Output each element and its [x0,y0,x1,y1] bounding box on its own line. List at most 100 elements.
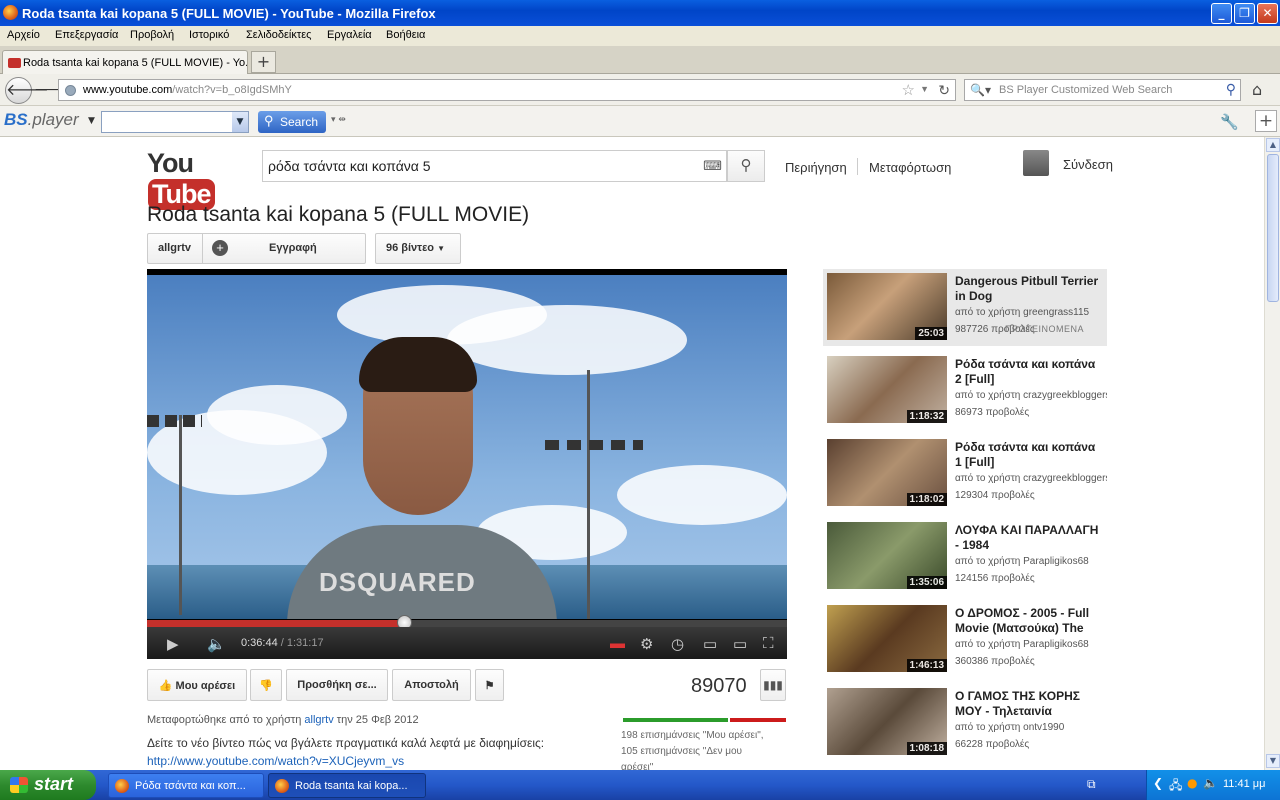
video-description: Δείτε το νέο βίντεο πώς να βγάλετε πραγμ… [147,736,545,750]
firefox-tray-icon[interactable]: ● [1187,776,1197,790]
show-desktop-icon[interactable]: ⧉ [1087,777,1096,792]
bsplayer-logo-b: .player [27,110,79,129]
bsplayer-options-icon[interactable]: ▾ ⇹ [331,115,346,125]
keyboard-icon[interactable]: ⌨ [699,150,727,182]
video-title: Roda tsanta kai kopana 5 (FULL MOVIE) [147,203,530,226]
back-button[interactable]: 🡐 [5,77,49,104]
wrench-icon[interactable]: 🔧 [1220,113,1239,131]
logo-you: You [147,148,194,178]
chevron-down-icon[interactable]: ▼ [232,112,248,132]
search-icon[interactable]: ⚲ [1226,81,1236,98]
dislike-button[interactable]: 👎 [250,669,282,701]
total-duration: / 1:31:17 [280,637,324,649]
volume-icon[interactable]: 🔈 [207,635,226,653]
menu-bookmarks[interactable]: Σελιδοδείκτες [246,29,311,41]
start-button[interactable]: start [0,770,96,800]
site-identity-icon[interactable] [65,85,76,96]
related-title[interactable]: ΛΟΥΦΑ ΚΑΙ ΠΑΡΑΛΛΑΓΗ - 1984 [955,523,1105,553]
related-video[interactable]: 1:18:32 Ρόδα τσάντα και κοπάνα 2 [Full] … [823,352,1107,429]
menu-view[interactable]: Προβολή [130,29,174,41]
share-button[interactable]: Αποστολή [392,669,471,701]
watch-later-icon[interactable]: ◷ [671,635,684,653]
related-views: 66228 προβολές [955,739,1030,750]
bookmark-star-icon[interactable]: ☆ [902,81,915,99]
plus-icon[interactable]: + [212,240,228,256]
scroll-down-icon[interactable]: ▼ [1266,754,1280,768]
signin-link[interactable]: Σύνδεση [1063,157,1113,172]
video-thumbnail[interactable]: 1:18:32 [827,356,947,423]
video-count-button[interactable]: 96 βίντεο ▼ [375,233,461,264]
video-thumbnail[interactable]: 25:03 [827,273,947,340]
scrollbar-thumb[interactable] [1267,154,1279,302]
add-to-button[interactable]: Προσθήκη σε... [286,669,388,701]
related-title[interactable]: Ο ΔΡΟΜΟΣ - 2005 - Full Movie (Ματσούκα) … [955,606,1105,636]
tab-youtube[interactable]: Roda tsanta kai kopana 5 (FULL MOVIE) - … [2,50,248,74]
address-bar[interactable]: www.youtube.com/watch?v=b_o8IgdSMhY ☆ ▼ … [58,79,956,101]
related-video[interactable]: 1:46:13 Ο ΔΡΟΜΟΣ - 2005 - Full Movie (Μα… [823,601,1107,678]
like-button[interactable]: 👍 Μου αρέσει [147,669,247,701]
small-player-icon[interactable]: ▭ [703,635,717,653]
related-video[interactable]: 25:03 Dangerous Pitbull Terrier in Dog α… [823,269,1107,346]
related-title[interactable]: Ο ΓΑΜΟΣ ΤΗΣ ΚΟΡΗΣ ΜΟΥ - Τηλεταινία [955,689,1105,719]
page-scrollbar[interactable]: ▲ ▼ [1264,137,1280,770]
related-video[interactable]: 1:18:02 Ρόδα τσάντα και κοπάνα 1 [Full] … [823,435,1107,512]
play-icon[interactable]: ▶ [167,635,179,653]
large-player-icon[interactable]: ▭ [733,635,747,653]
likes-bar [623,718,729,722]
annotations-icon[interactable]: ▬ [610,635,625,652]
minimize-button[interactable]: _ [1211,3,1232,24]
video-frame[interactable]: DSQUARED [147,275,787,619]
youtube-logo[interactable]: YouTube [147,148,240,210]
flag-button[interactable]: ⚑ [475,669,504,701]
channel-name[interactable]: allgrtv [158,242,191,254]
youtube-search-input[interactable]: ρόδα τσάντα και κοπάνα 5 [262,150,699,182]
video-thumbnail[interactable]: 1:08:18 [827,688,947,755]
taskbar-item-firefox-1[interactable]: Ρόδα τσάντα και κοπ... [108,773,264,798]
gear-icon[interactable]: ⚙ [640,635,653,653]
menu-help[interactable]: Βοήθεια [386,29,425,41]
description-link[interactable]: http://www.youtube.com/watch?v=XUCjeyvm_… [147,754,404,768]
add-toolbar-button[interactable]: + [1255,110,1277,132]
network-icon[interactable]: 🖧 [1169,776,1182,797]
video-thumbnail[interactable]: 1:35:06 [827,522,947,589]
maximize-button[interactable]: ❐ [1234,3,1255,24]
bsplayer-search-button[interactable]: ⚲ Search [258,111,326,133]
close-button[interactable]: ✕ [1257,3,1278,24]
taskbar-item-firefox-2[interactable]: Roda tsanta kai kopa... [268,773,426,798]
bsplayer-menu-dropdown-icon[interactable]: ▼ [88,116,95,126]
progress-bar[interactable] [147,615,787,630]
bsplayer-search-combo[interactable]: ▼ [101,111,249,133]
menu-tools[interactable]: Εργαλεία [327,29,372,41]
related-title[interactable]: Ρόδα τσάντα και κοπάνα 2 [Full] [955,357,1105,387]
related-title[interactable]: Dangerous Pitbull Terrier in Dog [955,274,1105,304]
forward-button[interactable]: 🡒 [34,82,72,100]
start-label: start [34,774,74,794]
youtube-search-button[interactable]: ⚲ [727,150,765,182]
video-player[interactable]: DSQUARED ▶ 🔈 0:36:44 / 1:31:17 ▬ ⚙ ◷ ▭ ▭… [147,269,787,659]
scroll-up-icon[interactable]: ▲ [1266,138,1280,152]
search-engine-icon[interactable]: 🔍▾ [970,83,991,97]
url-dropdown-icon[interactable]: ▼ [920,84,929,94]
bsplayer-logo[interactable]: BS.player [4,110,79,130]
uploader-link[interactable]: allgrtv [304,714,333,726]
video-thumbnail[interactable]: 1:46:13 [827,605,947,672]
speaker-icon[interactable]: 🔈 [1203,776,1218,790]
menu-history[interactable]: Ιστορικό [189,29,229,41]
tray-expand-icon[interactable]: ❮ [1153,776,1163,790]
related-video[interactable]: 1:08:18 Ο ΓΑΜΟΣ ΤΗΣ ΚΟΡΗΣ ΜΟΥ - Τηλεταιν… [823,684,1107,761]
menu-edit[interactable]: Επεξεργασία [55,29,118,41]
video-thumbnail[interactable]: 1:18:02 [827,439,947,506]
upload-link[interactable]: Μεταφόρτωση [869,160,951,175]
fullscreen-icon[interactable]: ⛶ [763,635,774,652]
home-icon[interactable]: ⌂ [1252,80,1262,99]
related-title[interactable]: Ρόδα τσάντα και κοπάνα 1 [Full] [955,440,1105,470]
subscribe-button[interactable]: Εγγραφή [269,242,317,254]
new-tab-button[interactable]: + [251,51,276,73]
web-search-input[interactable]: 🔍▾ BS Player Customized Web Search ⚲ [964,79,1241,101]
reload-icon[interactable]: ↻ [938,82,950,99]
stats-button[interactable]: ▮▮▮ [760,669,786,701]
avatar[interactable] [1023,150,1049,176]
menu-file[interactable]: Αρχείο [7,29,40,41]
browse-link[interactable]: Περιήγηση [785,160,847,175]
related-video[interactable]: 1:35:06 ΛΟΥΦΑ ΚΑΙ ΠΑΡΑΛΛΑΓΗ - 1984 από τ… [823,518,1107,595]
